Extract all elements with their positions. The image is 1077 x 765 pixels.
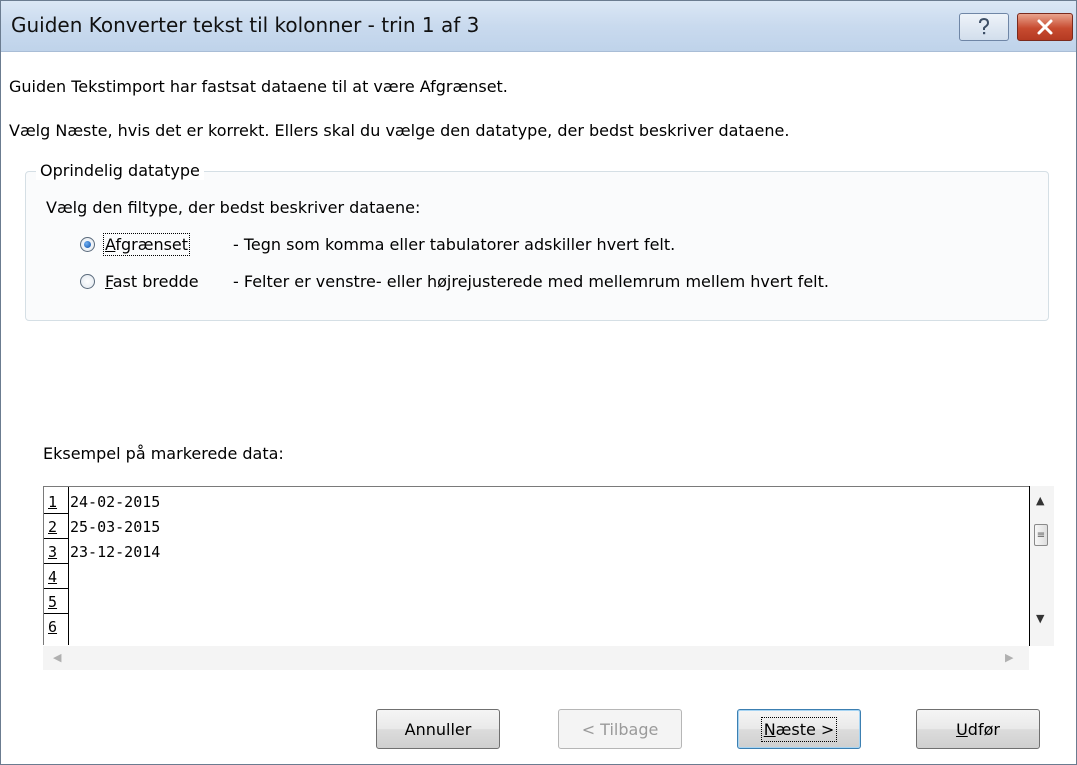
radio-button-fixed-width[interactable] [80,273,95,289]
line-number: 3 [48,543,58,561]
vertical-scrollbar[interactable]: ▲ ≡ ▼ [1029,486,1054,646]
next-button[interactable]: Næste > [737,709,861,749]
horizontal-scrollbar[interactable]: ◀ ▶ [43,646,1029,670]
line-number-column: 1 2 3 4 5 6 [44,487,69,645]
preview-line: 24-02-2015 [70,493,161,511]
preview-line: 25-03-2015 [70,518,161,536]
line-number: 2 [48,518,58,536]
line-separator [44,538,68,539]
line-number: 6 [48,618,58,636]
question-mark-icon [979,17,990,35]
grip-icon: ≡ [1036,529,1046,541]
scroll-right-arrow-icon[interactable]: ▶ [1005,651,1013,664]
scroll-left-arrow-icon[interactable]: ◀ [53,651,61,664]
original-datatype-group: Oprindelig datatype Vælg den filtype, de… [25,161,1049,321]
back-button-label: < Tilbage [581,719,659,739]
filetype-prompt: Vælg den filtype, der bedst beskriver da… [46,198,421,217]
line-number: 1 [48,493,58,511]
line-separator [44,563,68,564]
help-button[interactable] [959,13,1009,41]
next-button-label: Næste > [760,716,838,742]
radio-button-delimited[interactable] [80,236,95,252]
fixed-width-description: - Felter er venstre- eller højrejustered… [233,272,829,291]
radio-label-delimited[interactable]: Afgrænset [102,232,191,256]
group-legend: Oprindelig datatype [36,161,204,180]
cancel-button[interactable]: Annuller [376,709,500,749]
line-number: 5 [48,593,58,611]
intro-text-2: Vælg Næste, hvis det er korrekt. Ellers … [9,121,790,140]
line-separator [44,513,68,514]
title-bar[interactable]: Guiden Konverter tekst til kolonner - tr… [1,1,1076,52]
dialog-window: Guiden Konverter tekst til kolonner - tr… [0,0,1077,765]
delimited-description: - Tegn som komma eller tabulatorer adski… [233,235,676,254]
scroll-up-arrow-icon[interactable]: ▲ [1036,494,1044,507]
finish-button[interactable]: Udfør [916,709,1040,749]
window-title: Guiden Konverter tekst til kolonner - tr… [11,13,480,37]
finish-button-label: Udfør [956,719,1000,739]
scroll-down-arrow-icon[interactable]: ▼ [1036,612,1044,625]
scroll-thumb[interactable]: ≡ [1034,524,1048,546]
radio-label-fixed-width[interactable]: Fast bredde [105,272,199,291]
close-button[interactable] [1017,13,1073,41]
line-separator [44,588,68,589]
intro-text-1: Guiden Tekstimport har fastsat dataene t… [9,77,508,96]
radio-fixed-width[interactable]: Fast bredde [80,269,199,293]
back-button[interactable]: < Tilbage [558,709,682,749]
cancel-button-label: Annuller [404,719,472,739]
preview-line: 23-12-2014 [70,543,161,561]
line-number: 4 [48,568,58,586]
radio-delimited[interactable]: Afgrænset [80,232,191,256]
close-x-icon [1037,19,1053,35]
dialog-client-area: Guiden Tekstimport har fastsat dataene t… [1,52,1076,764]
data-preview[interactable]: 1 2 3 4 5 6 24-02-2015 25-03-2015 23-12-… [43,486,1030,645]
preview-label: Eksempel på markerede data: [43,444,284,463]
line-separator [44,613,68,614]
